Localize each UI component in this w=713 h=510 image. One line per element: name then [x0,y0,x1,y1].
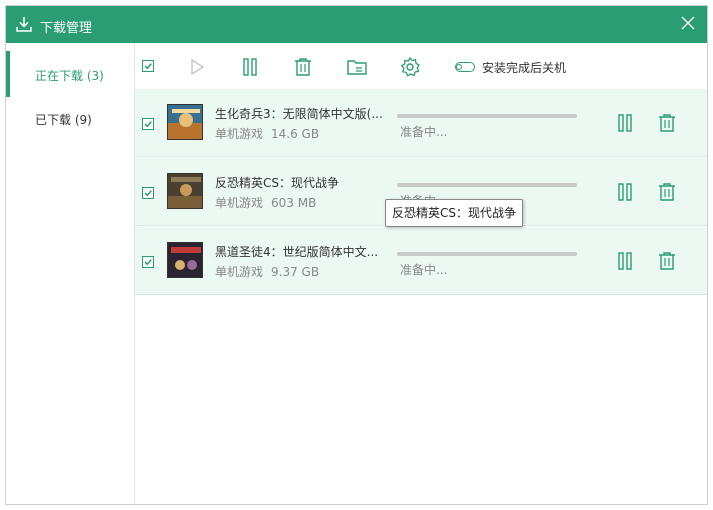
progress-bar [397,114,577,118]
game-cover-image [167,104,203,140]
trash-icon[interactable] [656,112,678,134]
title-bar: 下载管理 [6,6,707,43]
download-status: 准备中... [400,263,448,277]
sidebar-item-label: 已下载 (9) [35,113,92,127]
game-cover-image [167,173,203,209]
row-checkbox[interactable] [142,256,154,268]
trash-icon[interactable] [656,250,678,272]
sidebar: 正在下载 (3) 已下载 (9) [6,43,135,504]
sidebar-item-downloaded[interactable]: 已下载 (9) [6,95,134,141]
progress-bar [397,252,577,256]
sidebar-item-label: 正在下载 (3) [35,69,104,83]
toggle-knob [456,64,462,70]
game-cover-image [167,242,203,278]
folder-icon[interactable] [346,56,368,78]
game-meta: 单机游戏 14.6 GB [215,125,319,142]
pause-icon[interactable] [615,182,635,202]
progress-bar [397,183,577,187]
window-title: 下载管理 [40,21,93,36]
check-icon [144,121,152,128]
download-row: 生化奇兵3：无限简体中文版(... 单机游戏 14.6 GB 准备中... [135,89,707,157]
select-all-checkbox[interactable] [142,60,154,72]
row-checkbox[interactable] [142,187,154,199]
check-icon [144,190,152,197]
sidebar-item-downloading[interactable]: 正在下载 (3) [6,51,134,97]
game-name: 生化奇兵3：无限简体中文版(... [215,107,383,121]
trash-icon[interactable] [292,56,314,78]
download-status: 准备中... [400,125,448,139]
game-name: 反恐精英CS：现代战争 [215,176,339,190]
game-category: 单机游戏 [215,196,264,210]
game-category: 单机游戏 [215,265,264,279]
trash-icon[interactable] [656,181,678,203]
download-row: 黑道圣徒4：世纪版简体中文... 单机游戏 9.37 GB 准备中... [135,227,707,295]
check-icon [144,259,152,266]
close-icon[interactable] [679,14,697,32]
game-meta: 单机游戏 9.37 GB [215,263,319,280]
game-meta: 单机游戏 603 MB [215,194,316,211]
toolbar: 安装完成后关机 [135,43,707,93]
gear-icon[interactable] [399,56,421,78]
game-category: 单机游戏 [215,127,264,141]
pause-icon[interactable] [239,56,261,78]
pause-icon[interactable] [615,113,635,133]
row-checkbox[interactable] [142,118,154,130]
download-icon [16,17,32,32]
check-icon [144,63,152,70]
toggle-label: 安装完成后关机 [482,61,567,75]
pause-icon[interactable] [615,251,635,271]
play-icon[interactable] [186,56,208,78]
game-size: 603 MB [271,196,317,210]
game-size: 14.6 GB [271,127,320,141]
download-manager-window: 下载管理 正在下载 (3) 已下载 (9) 安装完成后关机 生化奇兵3：无限简体… [5,5,708,505]
game-name-tooltip: 反恐精英CS：现代战争 [385,199,523,227]
game-name: 黑道圣徒4：世纪版简体中文... [215,245,379,259]
game-size: 9.37 GB [271,265,320,279]
